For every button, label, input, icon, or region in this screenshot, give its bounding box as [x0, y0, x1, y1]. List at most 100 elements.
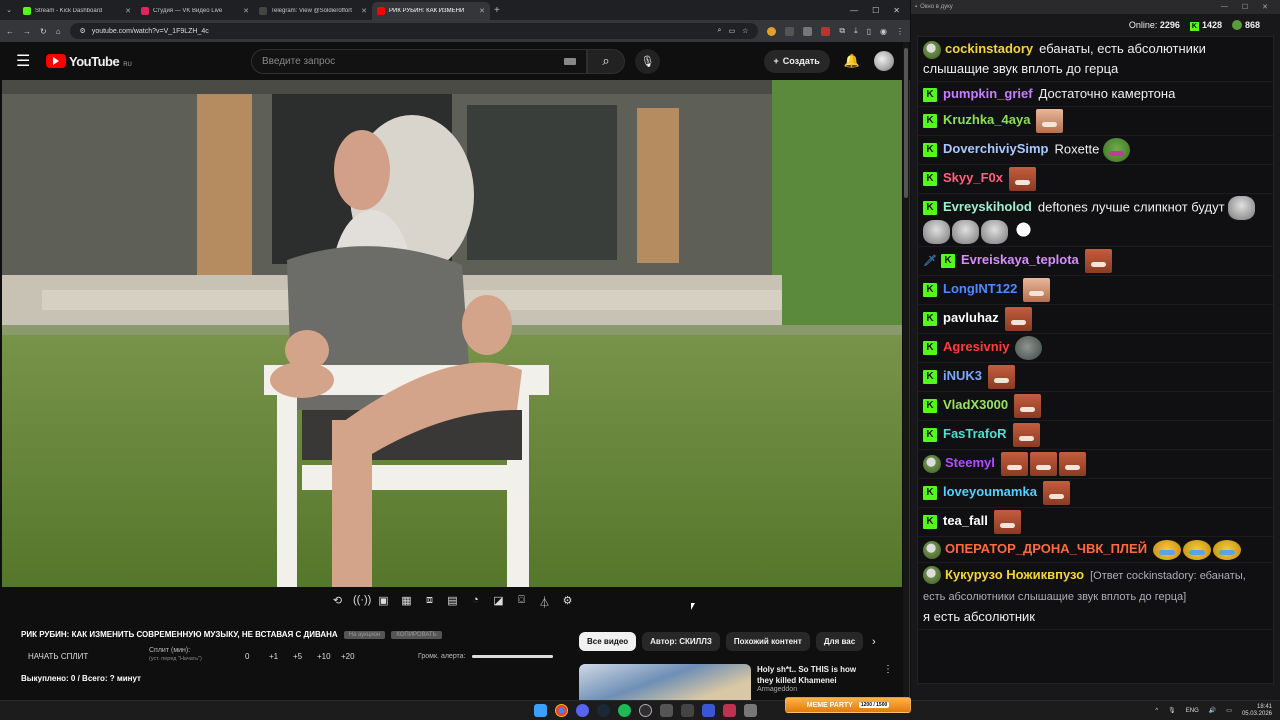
chat-username[interactable]: loveyoumamka — [943, 484, 1037, 499]
video-app-icon[interactable] — [681, 704, 694, 717]
clock[interactable]: 18:41 05.03.2026 — [1242, 704, 1272, 718]
loop-icon[interactable]: ⟲ — [330, 594, 345, 610]
tab-close-icon[interactable]: ✕ — [361, 7, 367, 15]
home-icon[interactable]: ⌂ — [56, 27, 61, 36]
alert-volume-slider[interactable] — [471, 655, 553, 658]
browser-tab[interactable]: Telegram: View @Soldieroffort ✕ — [254, 2, 372, 20]
steam-icon[interactable] — [597, 704, 610, 717]
chevron-right-icon[interactable]: › — [872, 636, 876, 648]
split-increment-button[interactable]: +20 — [341, 652, 365, 661]
forward-icon[interactable]: → — [23, 27, 31, 36]
film-icon[interactable]: ▦ — [399, 594, 414, 610]
start-split-button[interactable]: НАЧАТЬ СПЛИТ — [28, 652, 88, 661]
recommended-thumbnail[interactable] — [579, 664, 751, 700]
search-button[interactable]: ⌕ — [587, 48, 625, 74]
split-increment-button[interactable]: +5 — [293, 652, 317, 661]
chat-username[interactable]: ОПЕРАТОР_ДРОНА_ЧВК_ПЛЕЙ — [945, 541, 1147, 556]
filter-chip[interactable]: Для вас — [815, 632, 864, 651]
volume-icon[interactable]: 🔊 — [1209, 707, 1216, 714]
reload-icon[interactable]: ↻ — [40, 27, 47, 36]
bookmark-star-icon[interactable]: ☆ — [742, 27, 748, 35]
chat-username[interactable]: FasTrafoR — [943, 426, 1007, 441]
chrome-icon[interactable] — [555, 704, 568, 717]
voice-search-button[interactable]: 🎙 — [635, 48, 660, 74]
close-window-icon[interactable]: ✕ — [1262, 3, 1268, 11]
recommended-video[interactable]: Holy sh*t.. So THIS is how they killed K… — [579, 664, 893, 700]
extensions-puzzle-icon[interactable]: ⧉ — [839, 26, 845, 36]
maximize-icon[interactable]: ☐ — [1242, 3, 1248, 11]
chat-username[interactable]: pumpkin_grief — [943, 86, 1033, 101]
settings-gear-icon[interactable]: ⚙ — [560, 594, 575, 610]
meme-party-widget[interactable]: MEME PARTY 1200 / 1500 — [785, 697, 911, 713]
frame-icon[interactable]: ⧈ — [422, 594, 437, 610]
hamburger-menu-icon[interactable]: ☰ — [16, 51, 46, 71]
profile-icon[interactable]: ◉ — [880, 27, 887, 36]
start-windows-icon[interactable] — [534, 704, 547, 717]
media-player-icon[interactable] — [702, 704, 715, 717]
tab-close-icon[interactable]: ✕ — [125, 7, 131, 15]
keyboard-icon[interactable] — [564, 57, 576, 65]
more-options-icon[interactable]: ⋮ — [883, 664, 893, 675]
youtube-logo[interactable]: YouTube RU — [46, 54, 251, 69]
speed-icon[interactable]: ◔ — [468, 594, 483, 610]
url-field[interactable]: ⚙ youtube.com/watch?v=V_1F9LZH_4c ⌕ ▭ ☆ — [69, 23, 759, 39]
minimize-icon[interactable]: — — [1221, 3, 1228, 11]
close-window-icon[interactable]: ✕ — [893, 6, 900, 15]
auction-chip[interactable]: На аукцион — [343, 630, 386, 639]
chat-username[interactable]: Steemyl — [945, 455, 995, 470]
chat-username[interactable]: Evreyskiholod — [943, 199, 1032, 214]
recommended-title[interactable]: Holy sh*t.. So THIS is how they killed K… — [757, 664, 867, 686]
discord-icon[interactable] — [576, 704, 589, 717]
app-icon[interactable] — [723, 704, 736, 717]
browser-tab[interactable]: РИК РУБИН: КАК ИЗМЕНИ ✕ — [372, 2, 490, 20]
chat-username[interactable]: Agresivniy — [943, 339, 1009, 354]
chat-username[interactable]: Kruzhka_4aya — [943, 112, 1030, 127]
copy-chip[interactable]: КОПИРОВАТЬ — [391, 630, 442, 639]
chat-username[interactable]: DoverchiviySimp — [943, 141, 1049, 156]
chat-username[interactable]: cockinstadory — [945, 41, 1033, 56]
new-tab-button[interactable]: + — [494, 5, 500, 16]
keyboard-language[interactable]: ENG — [1186, 708, 1199, 714]
lab-flask-icon[interactable]: ⏃ — [537, 594, 552, 610]
picture-in-picture-icon[interactable]: ▣ — [376, 594, 391, 610]
chat-username[interactable]: Skyy_F0x — [943, 170, 1003, 185]
zoom-icon[interactable]: ⌕ — [718, 27, 722, 35]
split-increment-button[interactable]: +10 — [317, 652, 341, 661]
back-icon[interactable]: ← — [6, 27, 14, 36]
video-player[interactable] — [2, 80, 902, 587]
browser-tab[interactable]: Студия — VK Видео Live ✕ — [136, 2, 254, 20]
mic-icon[interactable]: 🎙 — [1168, 707, 1176, 714]
search-input[interactable]: Введите запрос — [251, 48, 587, 74]
maximize-icon[interactable]: ☐ — [872, 6, 879, 15]
tab-search-icon[interactable]: ⌄ — [0, 6, 18, 14]
chat-username[interactable]: pavluhaz — [943, 310, 999, 325]
tab-close-icon[interactable]: ✕ — [479, 7, 485, 15]
chat-username[interactable]: LongINT122 — [943, 281, 1017, 296]
extension-icon[interactable] — [767, 26, 777, 36]
filter-chip[interactable]: Похожий контент — [725, 632, 810, 651]
app-icon[interactable] — [660, 704, 673, 717]
chat-username[interactable]: iNUK3 — [943, 368, 982, 383]
spotify-icon[interactable] — [618, 704, 631, 717]
chat-messages[interactable]: cockinstadory ебанаты, есть абсолютники с… — [917, 36, 1274, 684]
tab-close-icon[interactable]: ✕ — [243, 7, 249, 15]
filter-chip[interactable]: Все видео — [579, 632, 637, 651]
subtitles-icon[interactable]: ▤ — [445, 594, 460, 610]
screenshot-camera-icon[interactable]: ⌼ — [514, 594, 529, 610]
account-avatar[interactable] — [874, 51, 894, 71]
menu-icon[interactable]: ⋮ — [896, 27, 904, 36]
page-scrollbar[interactable] — [903, 42, 909, 698]
network-icon[interactable]: ▭ — [1226, 707, 1232, 714]
extension-icon[interactable] — [785, 26, 795, 36]
notifications-bell-icon[interactable]: 🔔 — [844, 53, 860, 69]
tray-chevron-icon[interactable]: ^ — [1155, 708, 1158, 714]
audio-icon[interactable]: ((·)) — [353, 594, 371, 610]
chat-username[interactable]: Evreiskaya_teplota — [961, 252, 1079, 267]
split-view-icon[interactable]: ▯ — [867, 27, 871, 36]
download-icon[interactable]: ⤓ — [854, 26, 858, 36]
extension-icon[interactable] — [821, 26, 831, 36]
site-info-icon[interactable]: ⚙ — [80, 27, 86, 35]
chat-username[interactable]: tea_fall — [943, 513, 988, 528]
extension-icon[interactable] — [803, 26, 813, 36]
filter-chip[interactable]: Автор: СКИЛЛЗ — [642, 632, 720, 651]
